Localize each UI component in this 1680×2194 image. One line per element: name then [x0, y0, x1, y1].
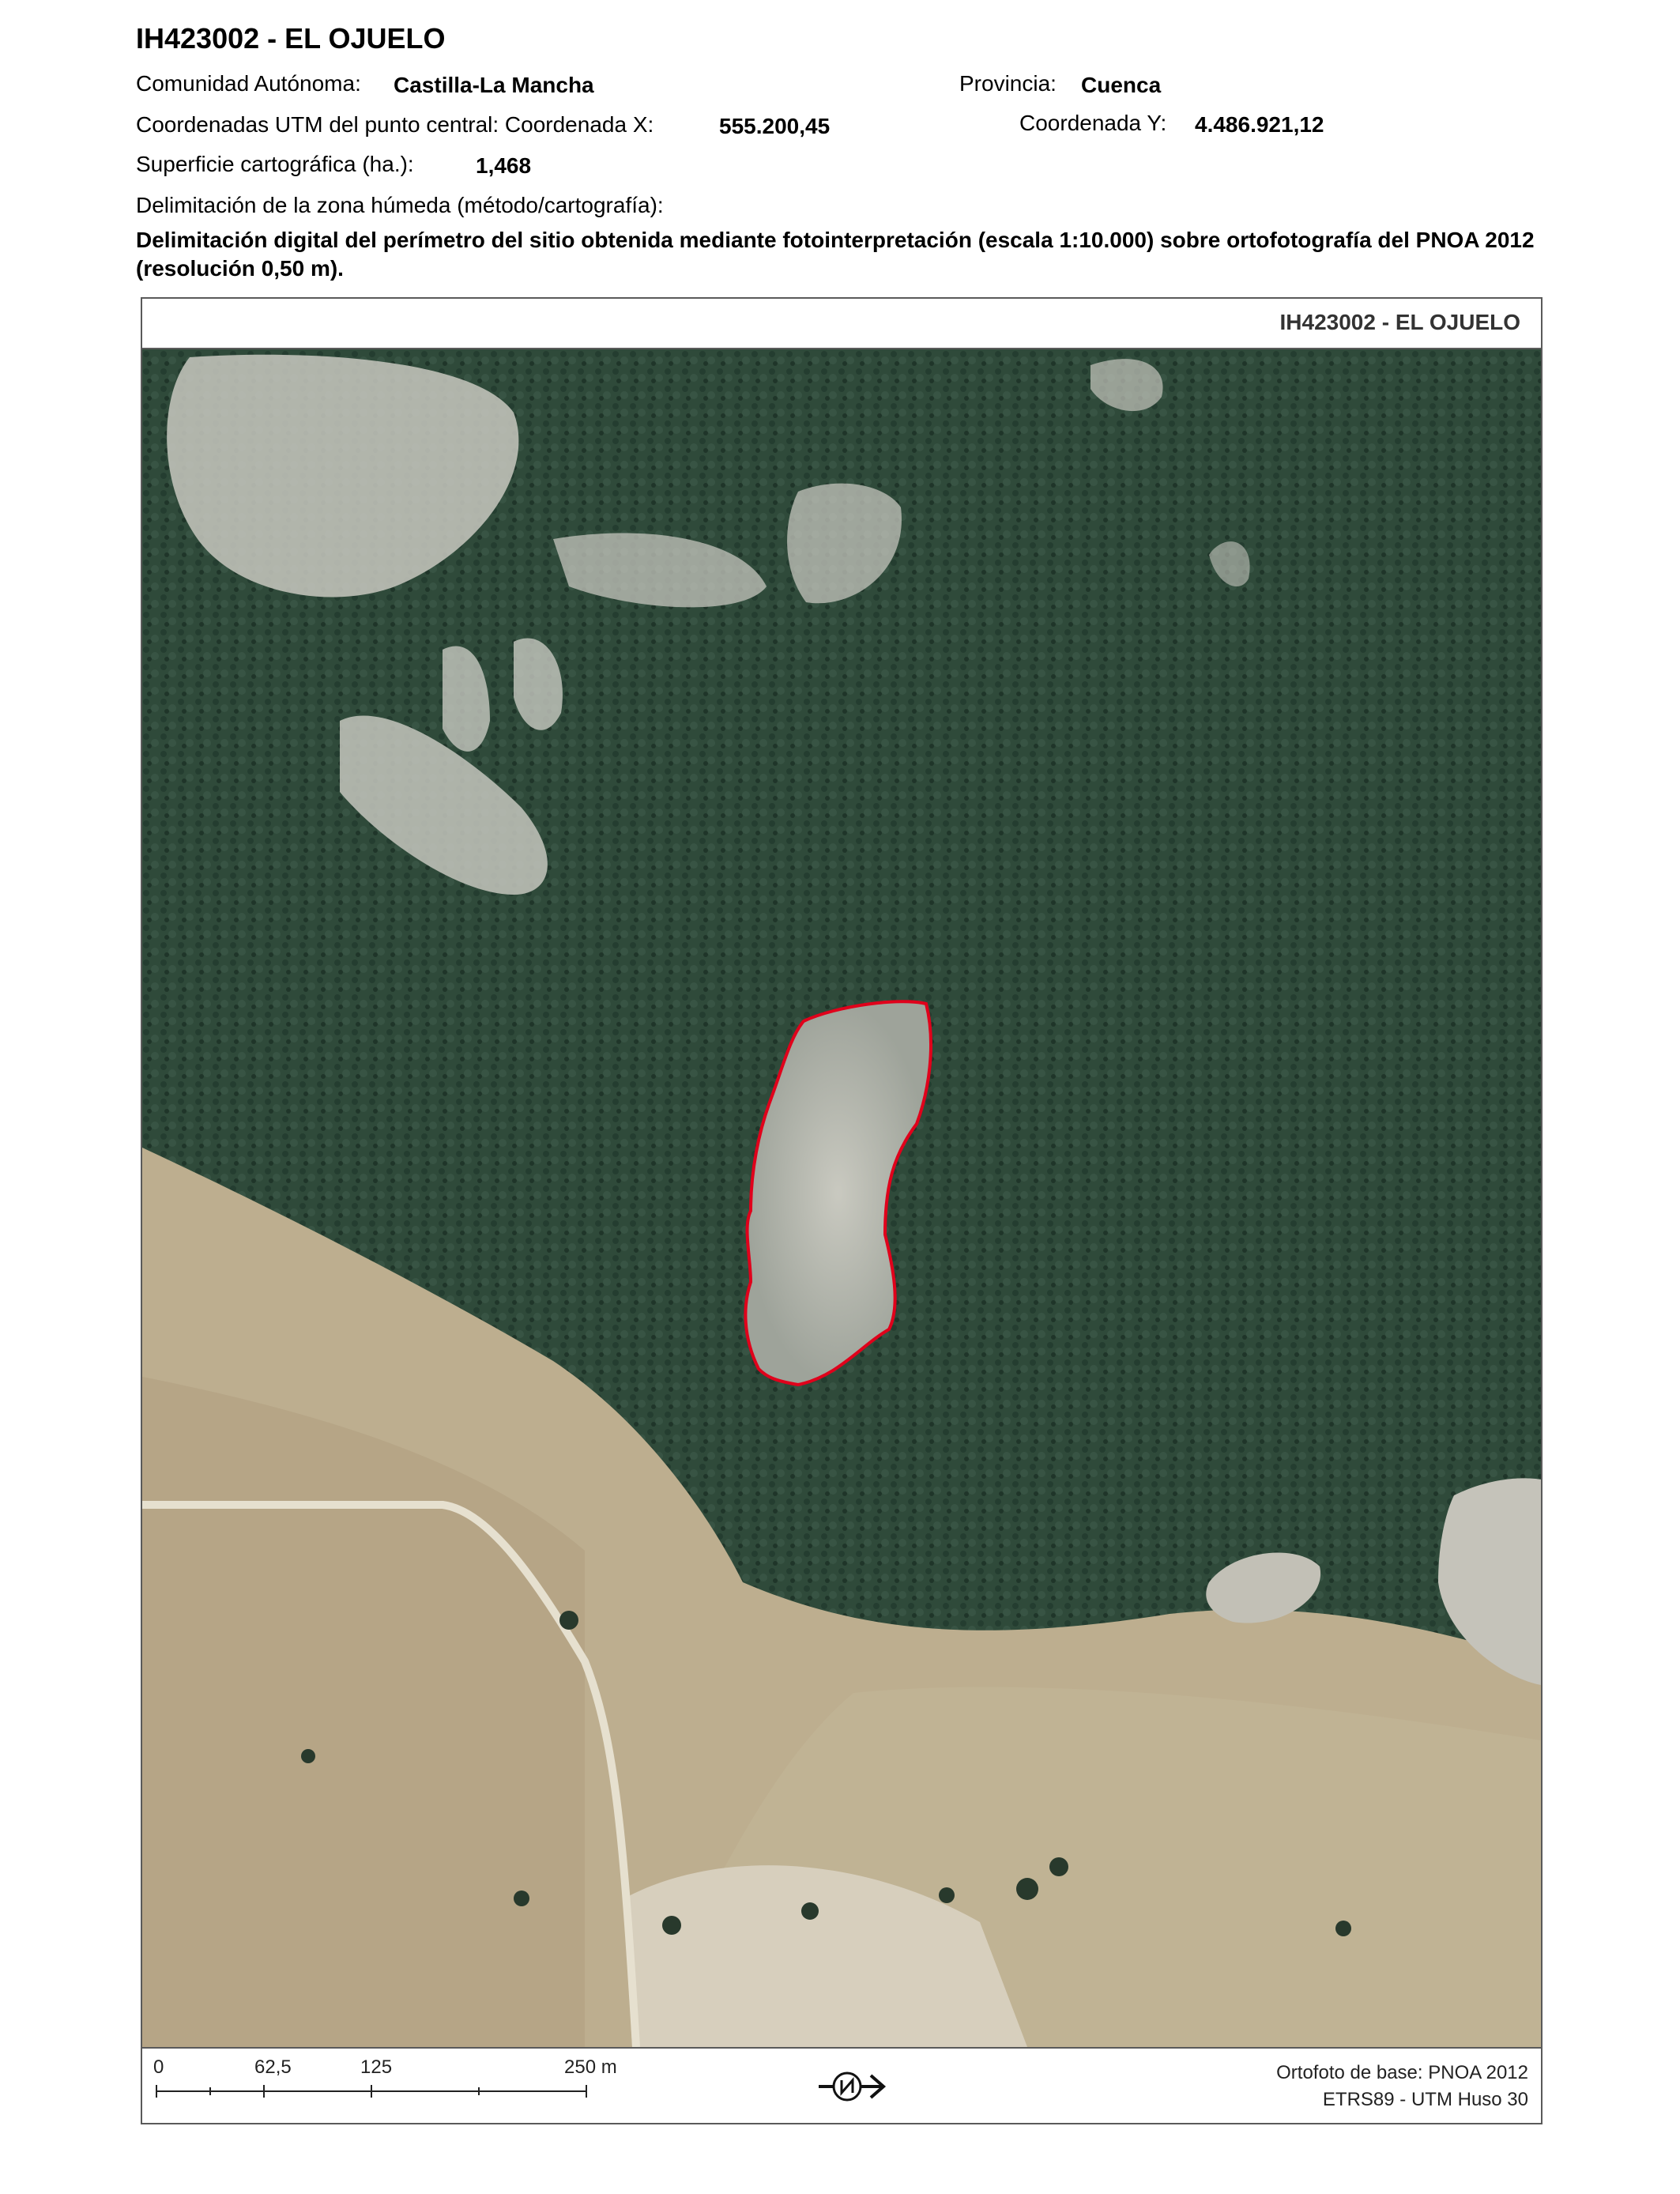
credits-projection: ETRS89 - UTM Huso 30: [1322, 2089, 1528, 2110]
tree: [662, 1916, 681, 1935]
coord-x-label: Coordenadas UTM del punto central: Coord…: [136, 112, 654, 137]
comunidad-label: Comunidad Autónoma:: [136, 71, 361, 96]
tree: [1049, 1857, 1068, 1876]
scale-label-125: 125: [360, 2056, 393, 2078]
delimitacion-value: Delimitación digital del perímetro del s…: [136, 228, 1535, 281]
provincia-value: Cuenca: [1081, 73, 1162, 97]
scale-label-62-5: 62,5: [254, 2056, 292, 2078]
tree: [514, 1891, 529, 1906]
delimitacion-label: Delimitación de la zona húmeda (método/c…: [136, 193, 664, 217]
map-frame-title: IH423002 - EL OJUELO: [1279, 310, 1521, 334]
tree: [1016, 1878, 1038, 1900]
scale-bar-graphic: [156, 2085, 587, 2098]
comunidad-value: Castilla-La Mancha: [394, 73, 594, 97]
orthophoto-svg: [142, 349, 1541, 2047]
page-title: IH423002 - EL OJUELO: [136, 22, 446, 55]
superficie-label: Superficie cartográfica (ha.):: [136, 152, 414, 176]
coord-x-value: 555.200,45: [719, 114, 831, 138]
tree: [801, 1902, 819, 1920]
scale-bar: 0 62,5 125 250 m: [153, 2056, 627, 2120]
orthophoto-map[interactable]: [142, 348, 1541, 2049]
tree: [1335, 1921, 1351, 1936]
provincia-label: Provincia:: [959, 71, 1057, 96]
tree: [301, 1749, 315, 1763]
superficie-value: 1,468: [476, 153, 532, 178]
scale-label-0: 0: [153, 2056, 164, 2078]
scale-label-250: 250 m: [564, 2056, 617, 2078]
map-credits: Ortofoto de base: PNOA 2012 ETRS89 - UTM…: [1276, 2060, 1528, 2113]
tree: [939, 1887, 955, 1903]
tree: [559, 1611, 578, 1630]
coord-y-value: 4.486.921,12: [1195, 112, 1324, 137]
map-frame: IH423002 - EL OJUELO 0 62,5 125 250 m Or…: [141, 297, 1543, 2124]
north-arrow-icon: [819, 2071, 887, 2102]
coord-y-label: Coordenada Y:: [1019, 111, 1167, 135]
credits-ortofoto: Ortofoto de base: PNOA 2012: [1276, 2062, 1528, 2083]
